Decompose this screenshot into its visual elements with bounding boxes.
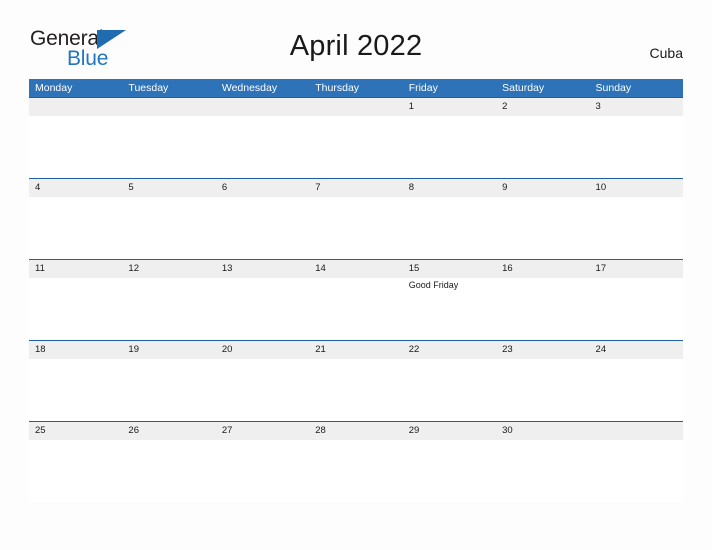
- day-cell-15[interactable]: 15: [403, 260, 496, 278]
- event-cell: [216, 197, 309, 259]
- weekday-header-wednesday: Wednesday: [221, 82, 278, 94]
- event-cell: [216, 278, 309, 340]
- day-cell-20[interactable]: 20: [216, 341, 309, 359]
- weekday-header-sunday: Sunday: [595, 82, 632, 94]
- day-cell-17[interactable]: 17: [590, 260, 683, 278]
- day-cell-14[interactable]: 14: [309, 260, 402, 278]
- calendar-grid: Monday Tuesday Wednesday Thursday Friday Satu…: [29, 79, 683, 502]
- event-cell: [496, 116, 589, 178]
- week-date-band: 25 26 27 28 29 30: [29, 421, 683, 440]
- weekday-header-tuesday: Tuesday: [128, 82, 169, 94]
- event-cell: [590, 116, 683, 178]
- event-cell: [403, 440, 496, 502]
- day-cell-12[interactable]: 12: [122, 260, 215, 278]
- day-cell-23[interactable]: 23: [496, 341, 589, 359]
- holiday-label: Good Friday: [408, 280, 459, 290]
- day-cell-19[interactable]: 19: [122, 341, 215, 359]
- day-cell-21[interactable]: 21: [309, 341, 402, 359]
- day-cell-18[interactable]: 18: [29, 341, 122, 359]
- calendar-week-row: 11 12 13 14 15 16 17 Good Friday: [29, 259, 683, 340]
- event-cell: [309, 278, 402, 340]
- day-cell-13[interactable]: 13: [216, 260, 309, 278]
- week-events-band: [29, 116, 683, 178]
- day-cell-2[interactable]: 2: [496, 98, 589, 116]
- event-cell: [29, 278, 122, 340]
- event-cell: [122, 197, 215, 259]
- event-cell: [590, 278, 683, 340]
- page-title: April 2022: [289, 30, 423, 62]
- event-cell: [590, 440, 683, 502]
- calendar-week-row: 123: [29, 97, 683, 178]
- week-events-band: [29, 197, 683, 259]
- event-cell: [403, 197, 496, 259]
- event-cell: [122, 359, 215, 421]
- week-date-band: 11 12 13 14 15 16 17: [29, 259, 683, 278]
- day-cell-11[interactable]: 11: [29, 260, 122, 278]
- day-cell-30[interactable]: 30: [496, 422, 589, 440]
- calendar-week-row: 18 19 20 21 22 23 24: [29, 340, 683, 421]
- weekday-header-thursday: Thursday: [315, 82, 360, 94]
- event-cell: [29, 440, 122, 502]
- week-date-band: 18 19 20 21 22 23 24: [29, 340, 683, 359]
- event-cell: [216, 116, 309, 178]
- event-cell: [309, 440, 402, 502]
- day-cell-26[interactable]: 26: [122, 422, 215, 440]
- week-events-band: [29, 440, 683, 502]
- day-cell-9[interactable]: 9: [496, 179, 589, 197]
- day-cell-29[interactable]: 29: [403, 422, 496, 440]
- event-cell: [590, 359, 683, 421]
- event-cell: [403, 359, 496, 421]
- event-cell: [29, 116, 122, 178]
- event-cell: [309, 116, 402, 178]
- day-cell-24[interactable]: 24: [590, 341, 683, 359]
- event-cell: [496, 359, 589, 421]
- day-cell-8[interactable]: 8: [403, 179, 496, 197]
- event-cell: [122, 440, 215, 502]
- week-date-band: 123: [29, 97, 683, 116]
- calendar-weeks: 1 2 3 4 5 6 7 8 9 10 11 12 13 14 15 16 17 Good Friday 18 19…: [29, 97, 683, 502]
- weekday-header-monday: Monday: [35, 82, 73, 94]
- day-cell-10[interactable]: 10: [590, 179, 683, 197]
- event-cell: [216, 359, 309, 421]
- day-cell-27[interactable]: 27: [216, 422, 309, 440]
- event-cell: [29, 359, 122, 421]
- event-cell: [122, 116, 215, 178]
- event-cell: [403, 116, 496, 178]
- day-cell-16[interactable]: 16: [496, 260, 589, 278]
- day-cell-4[interactable]: 4: [29, 179, 122, 197]
- day-cell-28[interactable]: 28: [309, 422, 402, 440]
- event-cell: [496, 197, 589, 259]
- calendar-week-row: 25 26 27 28 29 30: [29, 421, 683, 502]
- event-cell: [122, 278, 215, 340]
- day-cell-22[interactable]: 22: [403, 341, 496, 359]
- day-cell-6[interactable]: 6: [216, 179, 309, 197]
- weekday-header-row: Monday Tuesday Wednesday Thursday Friday Satu…: [29, 79, 683, 97]
- day-cell-25[interactable]: 25: [29, 422, 122, 440]
- event-cell: [216, 440, 309, 502]
- calendar-week-row: 4 5 6 7 8 9 10: [29, 178, 683, 259]
- day-cell-1[interactable]: 1: [403, 98, 496, 116]
- event-cell: [309, 359, 402, 421]
- week-date-band: 4 5 6 7 8 9 10: [29, 178, 683, 197]
- event-cell: [590, 197, 683, 259]
- event-cell: Good Friday: [403, 278, 496, 340]
- page-header: General Blue April 2022 Cuba: [0, 0, 712, 76]
- event-cell: [29, 197, 122, 259]
- event-cell: [496, 278, 589, 340]
- weekday-header-friday: Friday: [408, 82, 438, 94]
- week-events-band: [29, 359, 683, 421]
- day-cell-7[interactable]: 7: [309, 179, 402, 197]
- day-cell-5[interactable]: 5: [122, 179, 215, 197]
- country-label: Cuba: [649, 45, 683, 61]
- weekday-header-saturday: Saturday: [502, 82, 545, 94]
- event-cell: [309, 197, 402, 259]
- day-cell-3[interactable]: 3: [590, 98, 683, 116]
- week-events-band: Good Friday: [29, 278, 683, 340]
- event-cell: [496, 440, 589, 502]
